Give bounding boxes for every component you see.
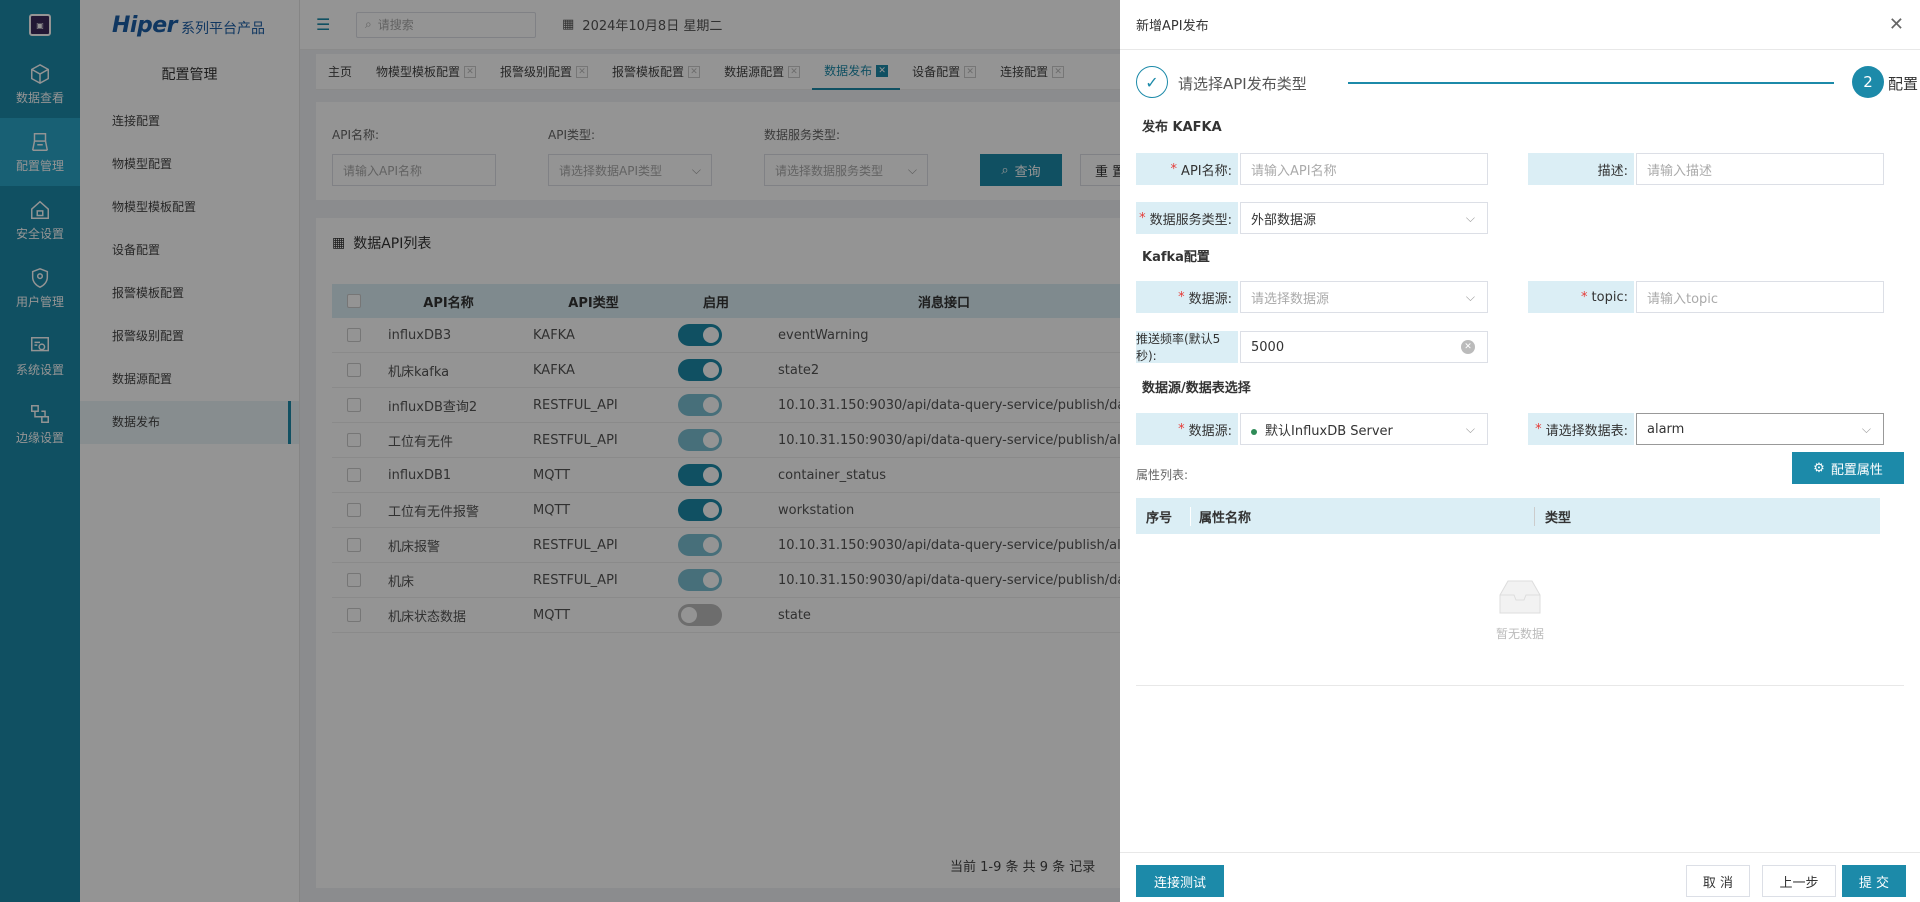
cancel-button[interactable]: 取 消 [1686, 865, 1750, 897]
stepper: ✓ 请选择API发布类型 2 配置 [1136, 66, 1920, 100]
close-icon[interactable]: ✕ [1889, 14, 1904, 35]
status-dot [1251, 428, 1257, 435]
config-attr-button-label: 配置属性 [1830, 462, 1883, 478]
service-type-value: 外部数据源 [1251, 212, 1317, 228]
ds2-select[interactable]: 默认InfluxDB Server ⌵ [1240, 413, 1488, 445]
api-name-placeholder: 请输入API名称 [1251, 163, 1337, 179]
service-type-label: * 数据服务类型: [1136, 202, 1238, 234]
topic-placeholder: 请输入topic [1647, 291, 1719, 307]
service-type-label-text: 数据服务类型: [1149, 212, 1232, 228]
push-freq-label-text: 推送频率(默认5秒): [1136, 332, 1221, 363]
chevron-down-icon: ⌵ [1465, 421, 1475, 436]
table-select-value: alarm [1647, 421, 1685, 437]
topic-label-text: topic: [1591, 289, 1628, 305]
step1-label: 请选择API发布类型 [1178, 75, 1307, 93]
api-name-input[interactable]: 请输入API名称 [1240, 153, 1488, 185]
desc-label-text: 描述: [1597, 163, 1628, 179]
step2-number: 2 [1852, 66, 1884, 98]
chevron-down-icon: ⌵ [1465, 289, 1475, 304]
section-ds-table: 数据源/数据表选择 [1142, 381, 1251, 396]
datasource-label-text: 数据源: [1188, 291, 1232, 307]
chevron-down-icon: ⌵ [1861, 421, 1871, 436]
api-name-label-text: API名称: [1181, 163, 1232, 179]
desc-placeholder: 请输入描述 [1647, 163, 1713, 179]
gear-icon: ⚙ [1813, 460, 1825, 476]
submit-button[interactable]: 提 交 [1842, 865, 1906, 897]
col-attr-type: 类型 [1534, 506, 1880, 526]
new-api-drawer: 新增API发布 ✕ ✓ 请选择API发布类型 2 配置 发布 KAFKA * AP… [1120, 0, 1920, 902]
drawer-header: 新增API发布 ✕ [1120, 0, 1920, 50]
step-connector [1348, 82, 1834, 84]
table-select-label-text: 请选择数据表: [1545, 423, 1628, 439]
step2-label: 配置 [1888, 75, 1919, 93]
table-select-label: * 请选择数据表: [1528, 413, 1634, 445]
desc-input[interactable]: 请输入描述 [1636, 153, 1884, 185]
clear-icon[interactable]: ✕ [1461, 340, 1475, 354]
push-freq-value: 5000 [1251, 339, 1285, 355]
attr-table-empty: 暂无数据 [1136, 534, 1904, 686]
push-freq-input[interactable]: 5000 ✕ [1240, 331, 1488, 363]
topic-label: * topic: [1528, 281, 1634, 313]
attr-list-label: 属性列表: [1136, 468, 1189, 482]
ds2-label: * 数据源: [1136, 413, 1238, 445]
col-index: 序号 [1146, 510, 1173, 526]
modal-overlay[interactable] [0, 0, 1120, 902]
chevron-down-icon: ⌵ [1465, 210, 1475, 225]
prev-step-button[interactable]: 上一步 [1762, 865, 1836, 897]
datasource-label: * 数据源: [1136, 281, 1238, 313]
datasource-placeholder: 请选择数据源 [1251, 291, 1330, 307]
desc-label: 描述: [1528, 153, 1634, 185]
ds2-value: 默认InfluxDB Server [1265, 423, 1393, 439]
api-name-label: * API名称: [1136, 153, 1238, 185]
drawer-footer: 连接测试 取 消 上一步 提 交 [1120, 852, 1920, 902]
topic-input[interactable]: 请输入topic [1636, 281, 1884, 313]
drawer-title: 新增API发布 [1136, 19, 1209, 34]
datasource-select[interactable]: 请选择数据源 ⌵ [1240, 281, 1488, 313]
col-attr-name: 属性名称 [1190, 506, 1534, 526]
table-select[interactable]: alarm ⌵ [1636, 413, 1884, 445]
empty-inbox-icon [1499, 580, 1541, 614]
connection-test-button[interactable]: 连接测试 [1136, 865, 1224, 897]
attr-table-header: 序号 属性名称 类型 [1136, 498, 1880, 534]
service-type-select[interactable]: 外部数据源 ⌵ [1240, 202, 1488, 234]
push-freq-label: 推送频率(默认5秒): [1136, 331, 1238, 363]
section-kafka-config: Kafka配置 [1142, 250, 1210, 265]
ds2-label-text: 数据源: [1188, 423, 1232, 439]
empty-text: 暂无数据 [1495, 627, 1544, 641]
section-publish-kafka: 发布 KAFKA [1142, 120, 1222, 135]
config-attr-button[interactable]: ⚙ 配置属性 [1792, 452, 1904, 484]
check-icon: ✓ [1136, 66, 1168, 98]
